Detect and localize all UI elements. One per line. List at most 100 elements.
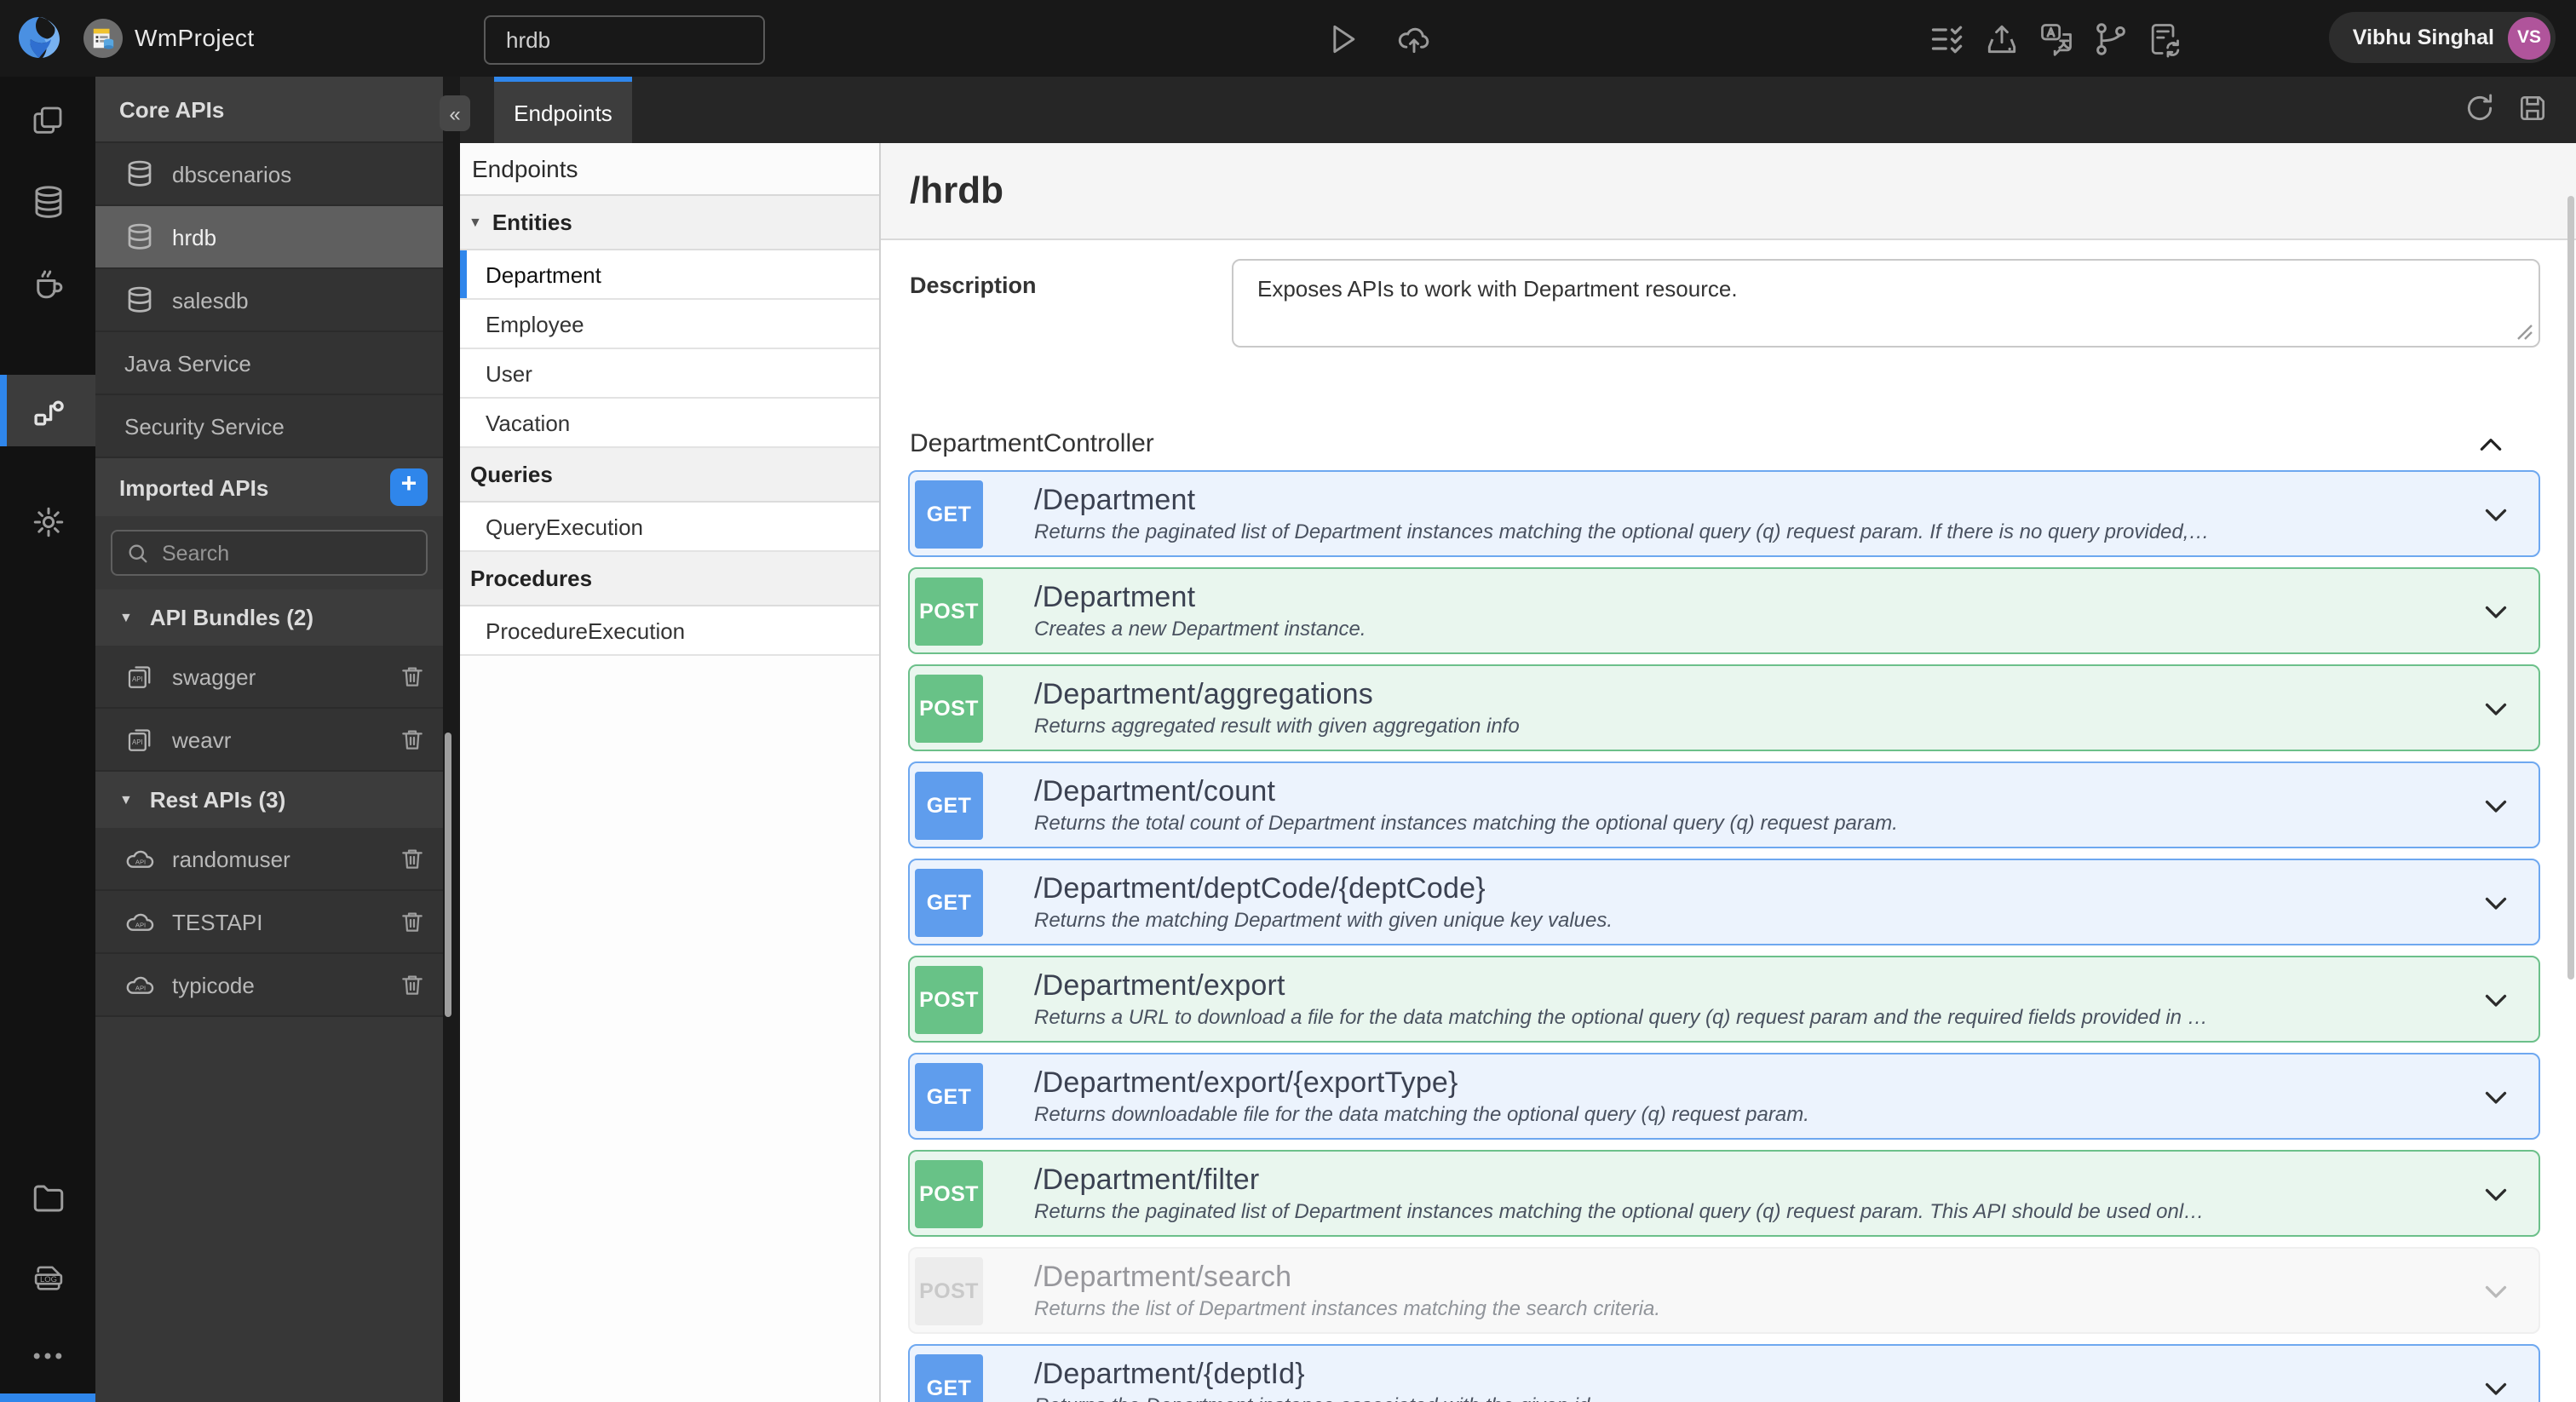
delete-icon[interactable] bbox=[399, 971, 426, 998]
sidebar-item-label: Security Service bbox=[124, 413, 285, 439]
chevron-down-icon[interactable] bbox=[2481, 790, 2511, 820]
triangle-down-icon: ▼ bbox=[119, 792, 133, 807]
wavemaker-logo-icon[interactable] bbox=[15, 14, 63, 61]
tab-endpoints[interactable]: Endpoints bbox=[494, 77, 632, 143]
delete-icon[interactable] bbox=[399, 845, 426, 872]
method-badge: POST bbox=[915, 1256, 983, 1324]
endpoint-card[interactable]: POST /Department/filter Returns the pagi… bbox=[908, 1150, 2540, 1237]
rest-apis-group-header[interactable]: ▼ Rest APIs (3) bbox=[95, 772, 443, 828]
main-scrollbar[interactable] bbox=[2567, 196, 2574, 980]
tree-item-vacation[interactable]: Vacation bbox=[460, 399, 879, 448]
service-title: /hrdb bbox=[910, 169, 1003, 211]
tree-item-user[interactable]: User bbox=[460, 349, 879, 399]
apis-sidebar: Core APIs dbscenarios hrdb salesdb Java … bbox=[95, 77, 443, 1402]
refresh-icon[interactable] bbox=[2464, 92, 2498, 126]
chevron-down-icon[interactable] bbox=[2481, 498, 2511, 529]
project-search-input[interactable] bbox=[484, 15, 765, 65]
git-branch-icon[interactable] bbox=[2092, 20, 2130, 58]
cloud-upload-icon[interactable] bbox=[1395, 20, 1433, 58]
tree-item-procedureexecution[interactable]: ProcedureExecution bbox=[460, 606, 879, 656]
chevron-down-icon[interactable] bbox=[2481, 984, 2511, 1014]
endpoint-description: Returns a URL to download a file for the… bbox=[1034, 1005, 2208, 1029]
endpoint-path: /Department bbox=[1034, 484, 1196, 516]
endpoint-path: /Department/deptCode/{deptCode} bbox=[1034, 872, 1486, 905]
sidebar-item-randomuser[interactable]: API randomuser bbox=[95, 828, 443, 891]
tree-section-entities[interactable]: ▼ Entities bbox=[460, 196, 879, 250]
endpoint-path: /Department/filter bbox=[1034, 1164, 1260, 1196]
sidebar-item-testapi[interactable]: API TESTAPI bbox=[95, 891, 443, 954]
more-ellipsis-icon[interactable] bbox=[0, 1320, 95, 1392]
pages-icon[interactable] bbox=[0, 85, 95, 157]
sidebar-item-swagger[interactable]: API swagger bbox=[95, 646, 443, 709]
endpoint-description: Returns the paginated list of Department… bbox=[1034, 520, 2210, 543]
apis-endpoints-icon[interactable] bbox=[0, 375, 95, 446]
tree-section-procedures[interactable]: Procedures bbox=[460, 552, 879, 606]
user-menu[interactable]: Vibhu Singhal VS bbox=[2328, 12, 2556, 63]
sidebar-item-security-service[interactable]: Security Service bbox=[95, 395, 443, 458]
app-window: WmProject hrdb Vibhu Singhal VS LOG Core… bbox=[0, 0, 2576, 1402]
database-icon bbox=[124, 158, 155, 189]
folder-icon[interactable] bbox=[0, 1162, 95, 1233]
sidebar-item-typicode[interactable]: API typicode bbox=[95, 954, 443, 1017]
database-icon[interactable] bbox=[0, 165, 95, 237]
sidebar-search-input[interactable] bbox=[162, 541, 400, 565]
delete-icon[interactable] bbox=[399, 908, 426, 935]
endpoint-card[interactable]: GET /Department Returns the paginated li… bbox=[908, 470, 2540, 557]
top-bar: WmProject hrdb Vibhu Singhal VS bbox=[0, 0, 2576, 77]
delete-icon[interactable] bbox=[399, 726, 426, 753]
endpoint-card[interactable]: POST /Department/export Returns a URL to… bbox=[908, 956, 2540, 1043]
chevron-down-icon[interactable] bbox=[2481, 595, 2511, 626]
tree-item-queryexecution[interactable]: QueryExecution bbox=[460, 503, 879, 552]
add-api-button[interactable]: + bbox=[390, 468, 428, 506]
controller-header[interactable]: DepartmentController bbox=[910, 429, 2542, 463]
settings-gear-icon[interactable] bbox=[0, 486, 95, 557]
endpoint-card[interactable]: GET /Department/deptCode/{deptCode} Retu… bbox=[908, 859, 2540, 945]
save-icon[interactable] bbox=[2516, 92, 2550, 126]
endpoint-description: Returns downloadable file for the data m… bbox=[1034, 1102, 1809, 1126]
tree-item-department[interactable]: Department bbox=[460, 250, 879, 300]
chevron-down-icon[interactable] bbox=[2481, 1178, 2511, 1209]
sidebar-item-label: weavr bbox=[172, 727, 232, 752]
method-badge: GET bbox=[915, 868, 983, 936]
tree-item-employee[interactable]: Employee bbox=[460, 300, 879, 349]
chevron-down-icon[interactable] bbox=[2481, 692, 2511, 723]
endpoint-card[interactable]: GET /Department/export/{exportType} Retu… bbox=[908, 1053, 2540, 1140]
delete-icon[interactable] bbox=[399, 663, 426, 690]
sidebar-item-salesdb[interactable]: salesdb bbox=[95, 269, 443, 332]
endpoint-card[interactable]: POST /Department Creates a new Departmen… bbox=[908, 567, 2540, 654]
sidebar-item-hrdb[interactable]: hrdb bbox=[95, 206, 443, 269]
sidebar-item-weavr[interactable]: API weavr bbox=[95, 709, 443, 772]
endpoint-card[interactable]: GET /Department/count Returns the total … bbox=[908, 761, 2540, 848]
tree-section-queries[interactable]: Queries bbox=[460, 448, 879, 503]
log-file-icon[interactable]: LOG bbox=[0, 1242, 95, 1313]
sidebar-item-label: salesdb bbox=[172, 287, 249, 313]
file-sync-icon[interactable] bbox=[2145, 20, 2182, 58]
endpoint-card[interactable]: POST /Department/aggregations Returns ag… bbox=[908, 664, 2540, 751]
run-play-icon[interactable] bbox=[1324, 20, 1361, 58]
api-bundles-group-header[interactable]: ▼ API Bundles (2) bbox=[95, 589, 443, 646]
translate-icon[interactable] bbox=[2038, 20, 2075, 58]
chevron-down-icon[interactable] bbox=[2481, 887, 2511, 917]
deploy-icon[interactable] bbox=[1983, 20, 2021, 58]
chevron-up-icon[interactable] bbox=[2477, 431, 2504, 458]
chevron-down-icon[interactable] bbox=[2481, 1081, 2511, 1112]
description-textarea[interactable]: Exposes APIs to work with Department res… bbox=[1232, 259, 2540, 348]
checklist-icon[interactable] bbox=[1929, 20, 1966, 58]
endpoint-card[interactable]: GET /Department/{deptId} Returns the Dep… bbox=[908, 1344, 2540, 1402]
service-detail-panel: /hrdb Description Exposes APIs to work w… bbox=[881, 143, 2576, 1402]
sidebar-search[interactable] bbox=[111, 530, 428, 576]
sidebar-scrollbar[interactable] bbox=[445, 733, 451, 1017]
java-coffee-icon[interactable] bbox=[0, 247, 95, 319]
tree-item-label: Employee bbox=[486, 311, 584, 336]
chevron-down-icon[interactable] bbox=[2481, 1275, 2511, 1306]
chevron-down-icon[interactable] bbox=[2481, 1372, 2511, 1402]
triangle-down-icon: ▼ bbox=[119, 610, 133, 625]
group-label: API Bundles (2) bbox=[149, 605, 313, 630]
group-label: Rest APIs (3) bbox=[149, 787, 286, 813]
sidebar-item-dbscenarios[interactable]: dbscenarios bbox=[95, 143, 443, 206]
endpoint-card-disabled[interactable]: POST /Department/search Returns the list… bbox=[908, 1247, 2540, 1334]
cloud-api-icon: API bbox=[124, 906, 155, 937]
sidebar-collapse-button[interactable]: « bbox=[440, 95, 470, 131]
sidebar-item-java-service[interactable]: Java Service bbox=[95, 332, 443, 395]
project-icon[interactable] bbox=[83, 19, 123, 58]
